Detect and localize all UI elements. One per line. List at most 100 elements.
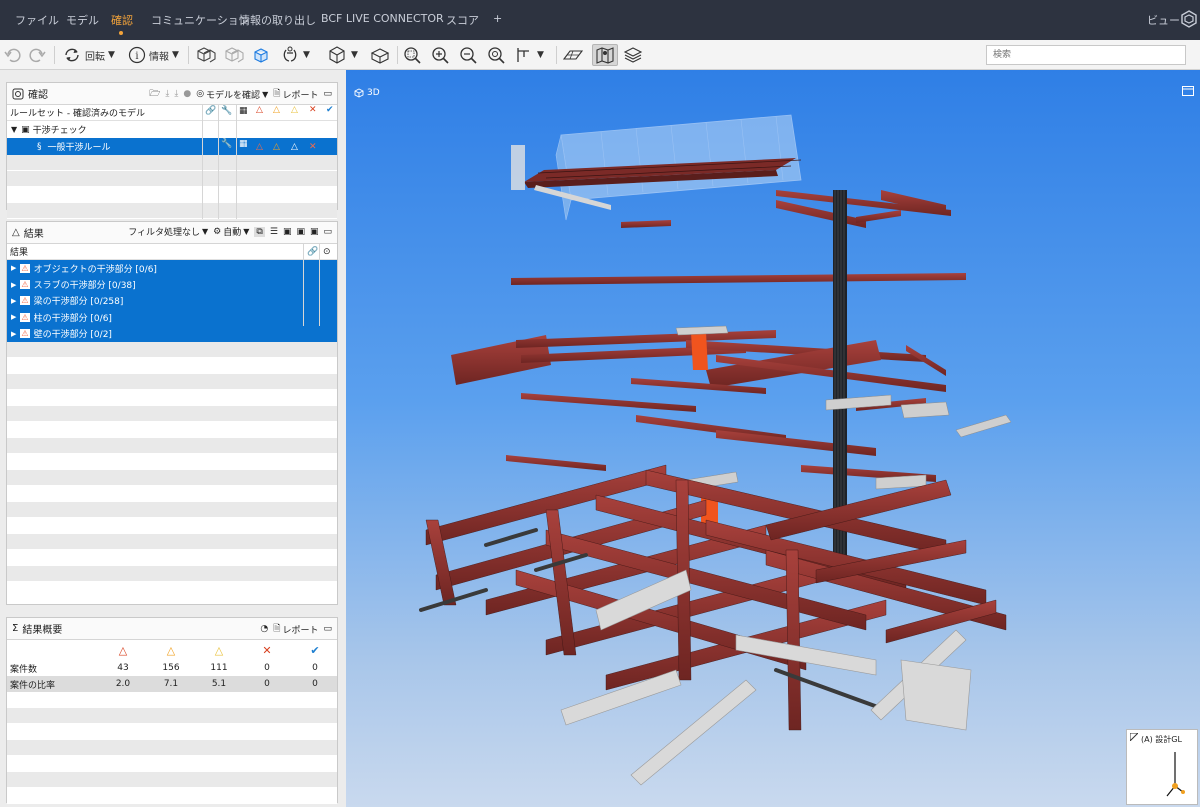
attachment-icon: 🔗 [307, 246, 319, 257]
attachment-icon: 🔗 [205, 106, 217, 116]
maximize-panel-icon[interactable]: ▭ [323, 89, 332, 99]
expand-arrow-icon[interactable]: ▶ [7, 264, 16, 272]
result-category-row[interactable]: ▶ ⚠ オブジェクトの干渉部分 [0/6] [7, 260, 337, 277]
maximize-panel-icon[interactable]: ▭ [323, 624, 332, 634]
results-panel: △ 結果 フィルタ処理なし ▼ ⚙ 自動 ▼ ⧉ ☰ ▣ ▣ ▣ ▭ 結果 🔗 … [6, 221, 338, 605]
chevron-down-icon: ▼ [351, 50, 358, 60]
expand-arrow-icon[interactable]: ▶ [7, 330, 16, 338]
ruleset-tree-item[interactable]: ▼ ▣ 干渉チェック [7, 121, 337, 138]
low-severity-icon: △ [291, 141, 298, 152]
group-icon[interactable]: ⧉ [254, 226, 265, 237]
wrench-icon: 🔧 [221, 139, 233, 149]
results-column-header: 結果 🔗 ⊙ [7, 244, 337, 260]
result-category-row[interactable]: ▶ ⚠ スラブの干渉部分 [0/38] [7, 276, 337, 293]
check-model-button[interactable]: ◎ モデルを確認 ▼ [196, 88, 268, 101]
list-icon[interactable]: ☰ [270, 227, 278, 237]
menu-score[interactable]: スコア [446, 12, 479, 28]
slide-remove-icon[interactable]: ▣ [310, 227, 319, 237]
show-all-icon[interactable] [195, 44, 217, 66]
results-panel-header: △ 結果 フィルタ処理なし ▼ ⚙ 自動 ▼ ⧉ ☰ ▣ ▣ ▣ ▭ [7, 222, 337, 244]
low-severity-icon: △ [291, 105, 298, 115]
summary-panel-header: Σ 結果概要 ◔ 🗎 レポート ▭ [7, 618, 337, 640]
clash-category-icon: ⚠ [20, 329, 30, 339]
menu-information-takeoff[interactable]: 情報の取り出し [239, 12, 316, 28]
menu-model[interactable]: モデル [66, 12, 99, 28]
report-icon: 🗎 [273, 624, 281, 634]
empty-rows [7, 341, 337, 598]
chevron-down-icon: ▼ [303, 50, 310, 60]
menu-communication[interactable]: コミュニケーション [151, 12, 250, 28]
checking-icon [12, 88, 24, 99]
critical-severity-icon: △ [256, 105, 263, 115]
slice-icon[interactable] [369, 44, 391, 66]
checking-panel-header: 確認 🗁 ⤓ ⤓ ● ◎ モデルを確認 ▼ 🗎 レポート ▭ [7, 83, 337, 105]
hide-icon[interactable] [223, 44, 245, 66]
undo-icon[interactable] [4, 44, 22, 66]
summary-report-button[interactable]: 🗎 レポート [273, 621, 318, 637]
zoom-out-icon[interactable] [458, 44, 478, 66]
building-model [419, 114, 1012, 786]
redo-icon[interactable] [28, 44, 46, 66]
zoom-in-icon[interactable] [430, 44, 450, 66]
section-box-icon[interactable]: ▼ [326, 44, 358, 66]
expand-arrow-icon[interactable]: ▶ [7, 297, 16, 305]
expand-arrow-icon[interactable]: ▶ [7, 313, 16, 321]
layers-icon[interactable] [622, 44, 644, 66]
result-category-row[interactable]: ▶ ⚠ 壁の干渉部分 [0/2] [7, 325, 337, 342]
rule-tree-item-selected[interactable]: § 一般干渉ルール 🔧 ▦ △ △ △ ✕ [7, 138, 337, 155]
menu-checking[interactable]: 確認 [111, 12, 133, 28]
zoom-to-fit-icon[interactable] [402, 44, 422, 66]
navigation-cube[interactable]: (A) 設計GL [1126, 729, 1198, 805]
accepted-icon: ✔ [326, 105, 334, 115]
menu-add-tab[interactable]: + [493, 12, 502, 25]
moderate-severity-icon: △ [166, 643, 176, 657]
table-icon: ▦ [239, 139, 248, 149]
result-category-row[interactable]: ▶ ⚠ 柱の干渉部分 [0/6] [7, 309, 337, 326]
checking-panel: 確認 🗁 ⤓ ⤓ ● ◎ モデルを確認 ▼ 🗎 レポート ▭ ルールセット - … [6, 82, 338, 219]
summary-row-ratio: 案件の比率 2.0 7.1 5.1 0 0 [7, 676, 337, 692]
sigma-icon: Σ [12, 623, 19, 634]
expand-arrow-icon[interactable]: ▼ [7, 125, 17, 134]
maximize-panel-icon[interactable]: ▭ [323, 227, 332, 237]
report-icon: 🗎 [273, 89, 281, 99]
map-view-icon[interactable] [592, 44, 618, 66]
chevron-down-icon: ▼ [262, 89, 269, 99]
filter-dropdown[interactable]: フィルタ処理なし ▼ [128, 225, 208, 238]
corner-arrow-icon [1130, 733, 1138, 741]
search-input[interactable] [986, 45, 1186, 65]
open-folder-icon[interactable]: 🗁 [149, 86, 160, 102]
record-icon[interactable]: ● [183, 89, 191, 99]
isolate-icon[interactable] [251, 44, 271, 66]
auto-dropdown[interactable]: ⚙ 自動 ▼ [213, 225, 249, 239]
clash-category-icon: ⚠ [20, 296, 30, 306]
visibility-tool-icon[interactable]: ▼ [280, 44, 310, 66]
zoom-result-icon: ⊙ [323, 246, 331, 257]
download-all-icon[interactable]: ⤓ [174, 89, 178, 99]
moderate-severity-icon: △ [273, 105, 280, 115]
menu-file[interactable]: ファイル [15, 12, 59, 28]
slide-add-icon[interactable]: ▣ [296, 227, 305, 237]
floor-plan-icon[interactable] [562, 44, 584, 66]
slide-icon[interactable]: ▣ [283, 227, 292, 237]
central-column [833, 190, 847, 560]
result-category-row[interactable]: ▶ ⚠ 梁の干渉部分 [0/258] [7, 292, 337, 310]
rotate-button[interactable]: 回転 ▼ [62, 44, 115, 66]
download-icon[interactable]: ⤓ [165, 89, 169, 99]
moderate-severity-icon: △ [273, 141, 280, 152]
chart-icon[interactable]: ◔ [260, 624, 268, 634]
rejected-icon: ✕ [309, 141, 317, 152]
expand-arrow-icon[interactable]: ▶ [7, 281, 16, 289]
measure-icon[interactable]: ▼ [514, 44, 544, 66]
axis-gizmo-icon [1166, 752, 1185, 797]
info-button[interactable]: i 情報 ▼ [128, 44, 179, 66]
3d-viewport[interactable]: 3D (A) 設計GL [346, 70, 1200, 807]
low-severity-icon: △ [214, 643, 224, 657]
menu-bcf-live-connector[interactable]: BCF LIVE CONNECTOR [321, 12, 444, 25]
svg-text:i: i [135, 51, 138, 62]
chevron-down-icon: ▼ [537, 50, 544, 60]
empty-rows [7, 692, 337, 804]
report-button[interactable]: 🗎 レポート [273, 86, 318, 102]
menu-view[interactable]: ビュー [1147, 12, 1180, 28]
zoom-selection-icon[interactable] [486, 44, 506, 66]
summary-row-count: 案件数 43 156 111 0 0 [7, 660, 337, 676]
